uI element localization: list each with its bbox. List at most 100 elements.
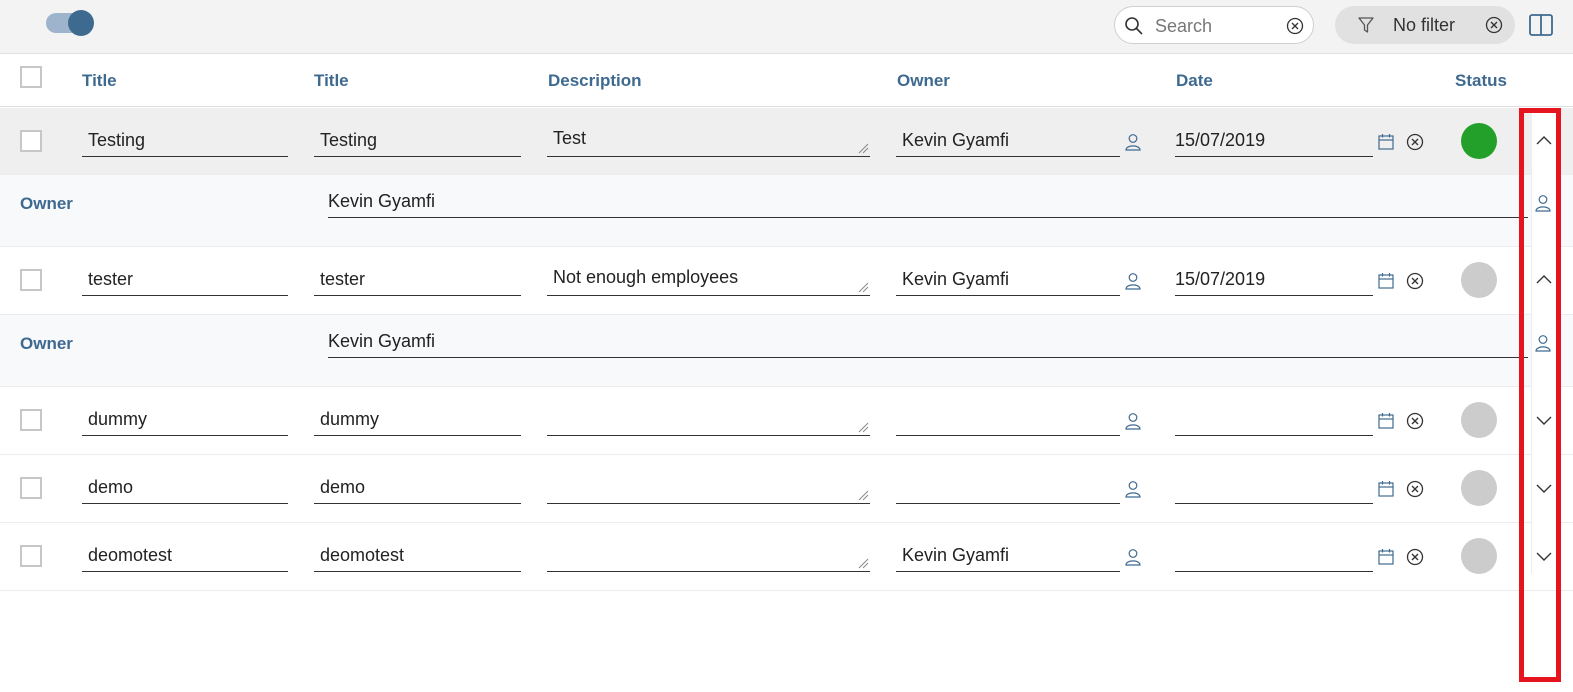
owner-value: Kevin Gyamfi — [902, 130, 1010, 150]
title-2-field[interactable]: dummy — [314, 406, 521, 436]
column-header-date[interactable]: Date — [1176, 71, 1213, 91]
filter-chip[interactable]: No filter — [1335, 6, 1515, 44]
detail-label: Owner — [20, 334, 73, 353]
chevron-up-icon[interactable] — [1534, 131, 1554, 151]
resize-handle-icon[interactable] — [858, 490, 869, 501]
calendar-icon[interactable] — [1377, 480, 1395, 498]
owner-field[interactable]: Kevin Gyamfi — [896, 542, 1120, 572]
calendar-icon[interactable] — [1377, 133, 1395, 151]
owner-field[interactable]: Kevin Gyamfi — [896, 266, 1120, 296]
title-value: dummy — [88, 409, 148, 429]
description-field[interactable]: Test — [547, 125, 870, 157]
detail-owner-field[interactable]: Kevin Gyamfi — [328, 188, 1528, 218]
row-checkbox[interactable] — [20, 545, 42, 567]
date-field[interactable]: 15/07/2019 — [1175, 266, 1373, 296]
table-header: Title Title Description Owner Date Statu… — [0, 54, 1573, 107]
row-checkbox[interactable] — [20, 477, 42, 499]
row-detail: Owner Kevin Gyamfi — [0, 175, 1573, 247]
table-row[interactable]: demo demo — [0, 455, 1573, 523]
date-field[interactable] — [1175, 406, 1373, 436]
title-value: deomotest — [88, 545, 173, 565]
date-value: 15/07/2019 — [1175, 269, 1266, 289]
table-row[interactable]: Testing Testing Test Kevin Gyamfi 15/07/2019 — [0, 108, 1573, 175]
column-header-description[interactable]: Description — [548, 71, 642, 91]
person-icon[interactable] — [1124, 133, 1142, 151]
owner-field[interactable] — [896, 474, 1120, 504]
owner-value: Kevin Gyamfi — [902, 545, 1010, 565]
table-row[interactable]: dummy dummy — [0, 387, 1573, 455]
toggle-knob — [68, 10, 94, 36]
filter-clear-icon[interactable] — [1485, 16, 1503, 34]
clear-date-icon[interactable] — [1406, 548, 1424, 566]
detail-owner-field[interactable]: Kevin Gyamfi — [328, 328, 1528, 358]
column-header-title-2[interactable]: Title — [314, 71, 349, 91]
description-field[interactable] — [547, 472, 870, 504]
chevron-down-icon[interactable] — [1534, 410, 1554, 430]
title-value: tester — [88, 269, 134, 289]
clear-date-icon[interactable] — [1406, 272, 1424, 290]
title-value: Testing — [88, 130, 146, 150]
title-2-field[interactable]: deomotest — [314, 542, 521, 572]
title-field[interactable]: tester — [82, 266, 288, 296]
resize-handle-icon[interactable] — [858, 282, 869, 293]
calendar-icon[interactable] — [1377, 272, 1395, 290]
resize-handle-icon[interactable] — [858, 143, 869, 154]
status-indicator — [1461, 538, 1497, 574]
clear-date-icon[interactable] — [1406, 480, 1424, 498]
row-checkbox[interactable] — [20, 269, 42, 291]
date-field[interactable] — [1175, 542, 1373, 572]
row-checkbox[interactable] — [20, 409, 42, 431]
date-field[interactable] — [1175, 474, 1373, 504]
table-row[interactable]: deomotest deomotest Kevin Gyamfi — [0, 523, 1573, 591]
column-header-status[interactable]: Status — [1455, 71, 1507, 91]
status-indicator — [1461, 123, 1497, 159]
status-indicator — [1461, 470, 1497, 506]
owner-field[interactable]: Kevin Gyamfi — [896, 127, 1120, 157]
title-field[interactable]: demo — [82, 474, 288, 504]
column-header-owner[interactable]: Owner — [897, 71, 950, 91]
search-input[interactable] — [1155, 15, 1280, 37]
select-all-checkbox[interactable] — [20, 66, 42, 88]
title-2-field[interactable]: demo — [314, 474, 521, 504]
row-checkbox[interactable] — [20, 130, 42, 152]
title-2-value: Testing — [320, 130, 378, 150]
status-indicator — [1461, 262, 1497, 298]
chevron-down-icon[interactable] — [1534, 546, 1554, 566]
column-header-title[interactable]: Title — [82, 71, 117, 91]
filter-icon — [1358, 17, 1374, 33]
resize-handle-icon[interactable] — [858, 422, 869, 433]
title-field[interactable]: dummy — [82, 406, 288, 436]
search-box — [1114, 6, 1314, 44]
person-icon[interactable] — [1124, 480, 1142, 498]
clear-date-icon[interactable] — [1406, 412, 1424, 430]
owner-field[interactable] — [896, 406, 1120, 436]
chevron-down-icon[interactable] — [1534, 478, 1554, 498]
title-field[interactable]: deomotest — [82, 542, 288, 572]
description-field[interactable] — [547, 404, 870, 436]
table-row[interactable]: tester tester Not enough employees Kevin Gy… — [0, 247, 1573, 315]
side-panel-icon[interactable] — [1529, 14, 1553, 36]
status-indicator — [1461, 402, 1497, 438]
detail-owner-value: Kevin Gyamfi — [328, 331, 436, 351]
title-2-field[interactable]: Testing — [314, 127, 521, 157]
person-icon[interactable] — [1534, 334, 1552, 352]
chevron-up-icon[interactable] — [1534, 270, 1554, 290]
person-icon[interactable] — [1124, 548, 1142, 566]
owner-value: Kevin Gyamfi — [902, 269, 1010, 289]
person-icon[interactable] — [1124, 412, 1142, 430]
view-toggle[interactable] — [46, 10, 94, 36]
person-icon[interactable] — [1124, 272, 1142, 290]
search-clear-icon[interactable] — [1286, 17, 1304, 35]
title-2-field[interactable]: tester — [314, 266, 521, 296]
description-field[interactable] — [547, 540, 870, 572]
title-value: demo — [88, 477, 134, 497]
calendar-icon[interactable] — [1377, 548, 1395, 566]
description-field[interactable]: Not enough employees — [547, 264, 870, 296]
search-icon — [1125, 17, 1143, 35]
resize-handle-icon[interactable] — [858, 558, 869, 569]
clear-date-icon[interactable] — [1406, 133, 1424, 151]
calendar-icon[interactable] — [1377, 412, 1395, 430]
person-icon[interactable] — [1534, 194, 1552, 212]
date-field[interactable]: 15/07/2019 — [1175, 127, 1373, 157]
title-field[interactable]: Testing — [82, 127, 288, 157]
